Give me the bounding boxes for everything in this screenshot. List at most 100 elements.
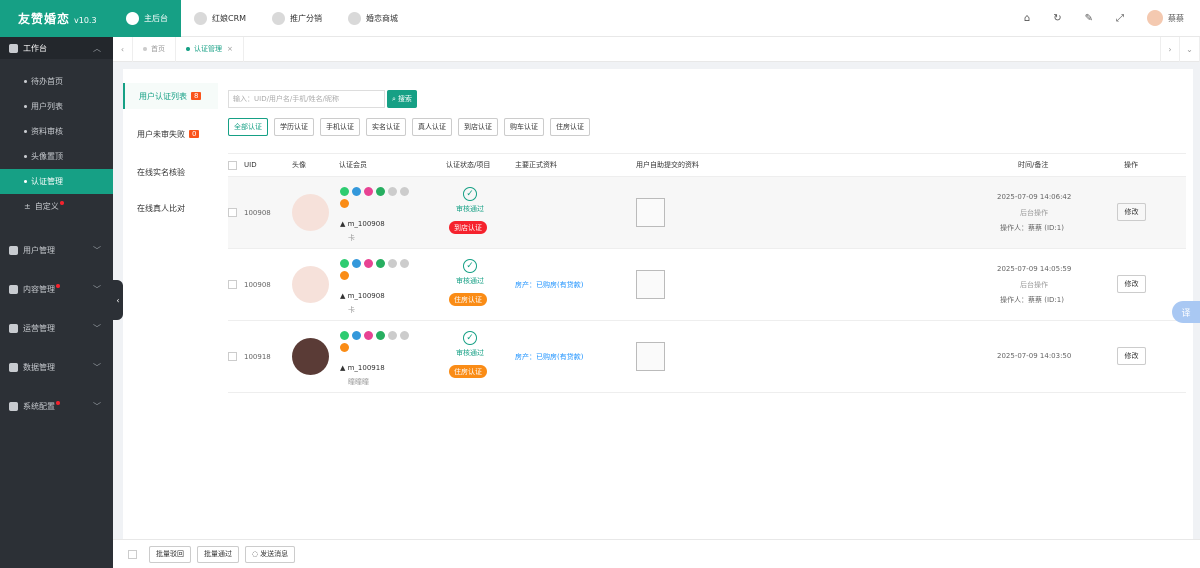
row-time: 2025-07-09 14:05:59 [997, 265, 1072, 273]
sidebar-section-users[interactable]: 用户管理 ﹀ [0, 231, 113, 270]
row-note: 后台操作 [1020, 281, 1048, 289]
filter-all[interactable]: 全部认证 [228, 118, 268, 136]
sidebar-section-ops[interactable]: 运营管理 ﹀ [0, 309, 113, 348]
row-checkbox[interactable] [228, 280, 237, 289]
app-logo: 友赞婚恋 v10.3 [0, 0, 113, 37]
filter-phone[interactable]: 手机认证 [320, 118, 360, 136]
fullscreen-icon[interactable]: ⤢ [1116, 13, 1124, 24]
bottom-bar: 批量驳回 批量通过 ◌ 发送消息 [113, 539, 1200, 568]
sidebar-item-review[interactable]: 资料审核 [0, 119, 113, 144]
submitted-image[interactable] [636, 270, 665, 299]
auth-tag: 住房认证 [449, 365, 487, 378]
filter-store[interactable]: 到店认证 [458, 118, 498, 136]
member-sub: 卡 [348, 234, 355, 242]
table-header: UID 头像 认证会员 认证状态/项目 主要正式资料 用户自助提交的资料 时间/… [228, 153, 1186, 177]
close-icon[interactable]: × [227, 45, 233, 53]
avatar [292, 194, 329, 231]
sidebar-item-avatar-top[interactable]: 头像置顶 [0, 144, 113, 169]
sidebar-item-todo[interactable]: 待办首页 [0, 69, 113, 94]
tab-scroll-right-icon[interactable]: › [1160, 36, 1180, 62]
leftnav-user-auth-list[interactable]: 用户认证列表 8 [123, 83, 218, 109]
auth-icons [340, 187, 420, 208]
auth-left-nav: 用户认证列表 8 用户未审失败 0 在线实名核验 在线真人比对 [123, 83, 218, 247]
brush-icon[interactable]: ✎ [1085, 13, 1093, 24]
tab-auth[interactable]: 认证管理 × [176, 36, 244, 62]
app-version: v10.3 [74, 15, 97, 25]
batch-reject-button[interactable]: 批量驳回 [149, 545, 191, 563]
shop-icon [348, 11, 362, 25]
edit-button[interactable]: 修改 [1117, 347, 1146, 365]
sidebar-item-auth[interactable]: 认证管理 [0, 169, 113, 194]
col-main: 主要正式资料 [515, 161, 557, 169]
send-message-button[interactable]: ◌ 发送消息 [245, 545, 296, 563]
submitted-image[interactable] [636, 342, 665, 371]
leftnav-realname[interactable]: 在线实名核验 [123, 159, 218, 185]
leftnav-failed[interactable]: 用户未审失败 0 [123, 121, 218, 147]
chevron-up-icon: ︿ [93, 43, 101, 53]
edit-button[interactable]: 修改 [1117, 275, 1146, 293]
member-sub: 瞳瞳瞳 [348, 378, 369, 386]
count-badge: 0 [189, 130, 200, 138]
bar-chart-icon [9, 324, 18, 333]
translate-button[interactable]: 译 [1172, 301, 1200, 323]
sidebar-section-data[interactable]: 数据管理 ﹀ [0, 348, 113, 387]
sidebar-collapse-handle[interactable]: ‹ [113, 280, 123, 320]
refresh-icon[interactable]: ↻ [1053, 13, 1061, 24]
select-all-checkbox[interactable] [228, 161, 237, 170]
topnav-crm[interactable]: 红娘CRM [181, 0, 259, 37]
filter-realname[interactable]: 实名认证 [366, 118, 406, 136]
search-button[interactable]: ⌕ 搜索 [387, 90, 417, 108]
leftnav-label: 用户未审失败 [137, 129, 185, 139]
row-checkbox[interactable] [228, 208, 237, 217]
main-info: 房产：已购房(有贷款) [515, 353, 584, 361]
filter-house[interactable]: 住房认证 [550, 118, 590, 136]
sidebar-section-label: 系统配置 [23, 402, 55, 411]
tab-scroll-left-icon[interactable]: ‹ [113, 36, 133, 62]
user-icon [9, 246, 18, 255]
topnav-main[interactable]: 主后台 [113, 0, 181, 37]
tab-menu-chevron-icon[interactable]: ⌄ [1180, 36, 1200, 62]
row-operator: 操作人：蔡蔡 (ID:1) [1000, 224, 1064, 232]
main-info: 房产：已购房(有贷款) [515, 281, 584, 289]
submitted-image[interactable] [636, 198, 665, 227]
filter-buttons: 全部认证 学历认证 手机认证 实名认证 真人认证 到店认证 购车认证 住房认证 [228, 118, 590, 136]
tab-home[interactable]: 首页 [133, 36, 176, 62]
status-text: 审核通过 [456, 349, 484, 357]
book-icon [9, 285, 18, 294]
search-bar: 输入：UID/用户名/手机/姓名/昵称 ⌕ 搜索 [228, 90, 417, 108]
app-title: 友赞婚恋 [18, 12, 71, 26]
avatar [1147, 10, 1163, 26]
member-name: ▲ m_100918 [340, 364, 385, 372]
top-bar: 主后台 红娘CRM 推广分销 婚恋商城 ⌂ ↻ ✎ ⤢ 蔡蔡 [113, 0, 1200, 37]
chevron-down-icon: ﹀ [93, 324, 101, 333]
topnav-label: 主后台 [144, 13, 168, 23]
sidebar-section-content[interactable]: 内容管理 ﹀ [0, 270, 113, 309]
sidebar-item-custom[interactable]: ± 自定义 [0, 194, 113, 219]
topnav-label: 红娘CRM [212, 13, 247, 23]
sidebar-group-workbench[interactable]: 工作台 ︿ [0, 37, 113, 59]
red-dot-icon [56, 283, 60, 288]
sidebar-section-label: 数据管理 [23, 363, 55, 372]
search-input[interactable]: 输入：UID/用户名/手机/姓名/昵称 [228, 90, 385, 108]
leftnav-face-compare[interactable]: 在线真人比对 [123, 195, 218, 221]
edit-button[interactable]: 修改 [1117, 203, 1146, 221]
home-icon[interactable]: ⌂ [1024, 13, 1030, 24]
main-panel: 用户认证列表 8 用户未审失败 0 在线实名核验 在线真人比对 输入：UID/用户名… [123, 69, 1193, 568]
filter-car[interactable]: 购车认证 [504, 118, 544, 136]
user-menu[interactable]: 蔡蔡 [1147, 10, 1184, 26]
count-badge: 8 [191, 92, 202, 100]
topnav-distribution[interactable]: 推广分销 [259, 0, 335, 37]
filter-person[interactable]: 真人认证 [412, 118, 452, 136]
auth-tag: 到店认证 [449, 221, 487, 234]
batch-approve-button[interactable]: 批量通过 [197, 545, 239, 563]
sidebar-section-config[interactable]: 系统配置 ﹀ [0, 387, 113, 426]
row-checkbox[interactable] [228, 352, 237, 361]
chevron-down-icon: ﹀ [93, 285, 101, 294]
member-name: ▲ m_100908 [340, 292, 385, 300]
filter-education[interactable]: 学历认证 [274, 118, 314, 136]
member-name: ▲ m_100908 [340, 220, 385, 228]
topnav-mall[interactable]: 婚恋商城 [335, 0, 411, 37]
sidebar-section-label: 运营管理 [23, 324, 55, 333]
sidebar-item-users[interactable]: 用户列表 [0, 94, 113, 119]
select-all-checkbox[interactable] [128, 549, 137, 559]
